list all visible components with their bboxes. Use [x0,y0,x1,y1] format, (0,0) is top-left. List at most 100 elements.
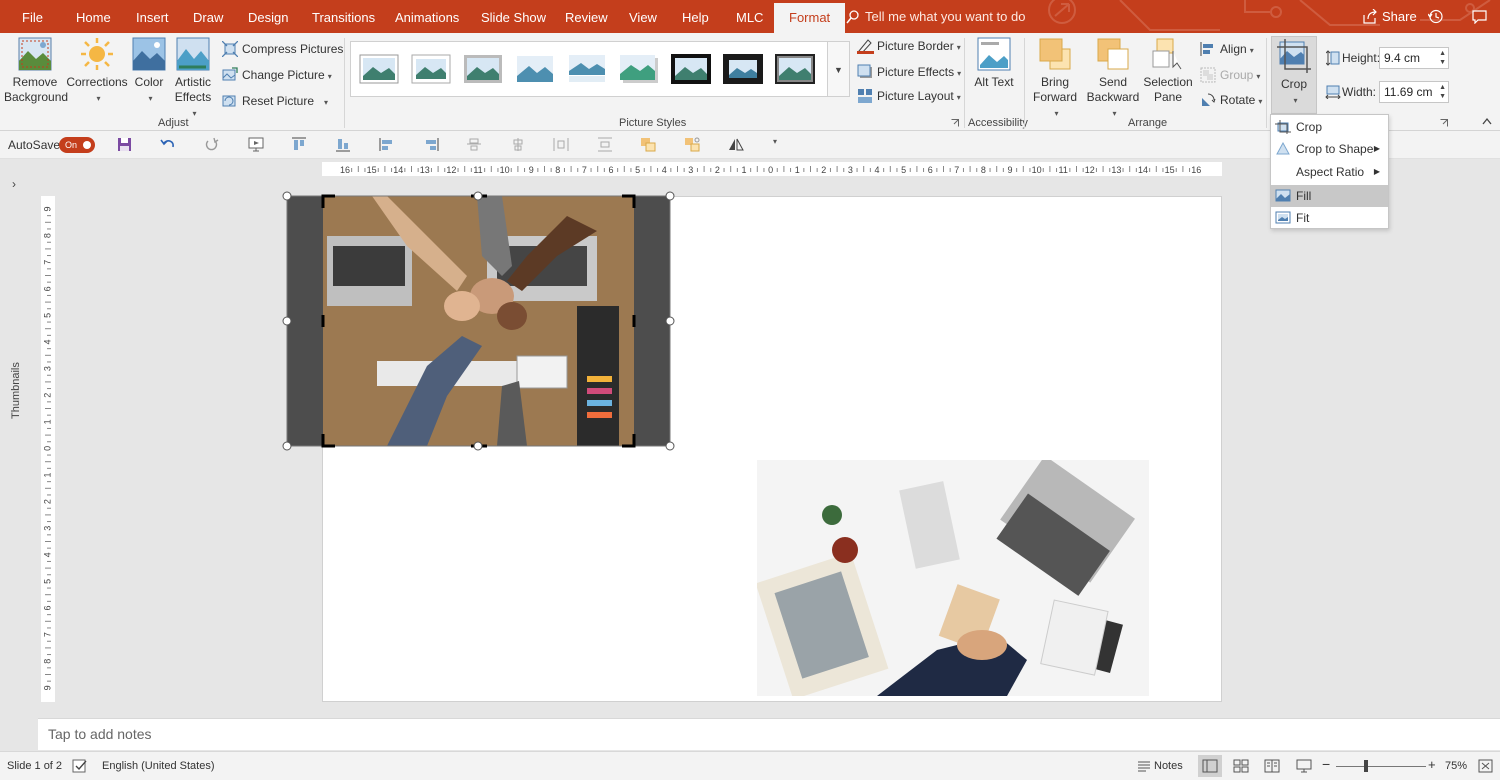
align-button[interactable]: Align ▾ [1200,39,1254,59]
picture-effects-button[interactable]: Picture Effects ▾ [857,62,961,82]
rotate-button[interactable]: Rotate ▾ [1200,90,1262,110]
redo-icon[interactable] [204,137,219,152]
distribute-vertically-icon[interactable] [597,137,613,152]
remove-background-button[interactable]: Remove Background [4,37,68,105]
fit-to-window-icon[interactable] [1478,759,1493,773]
save-icon[interactable] [117,137,132,152]
gallery-more-button[interactable]: ▼ [828,41,850,97]
tab-home[interactable]: Home [76,0,111,33]
picture-style-white-border-icon[interactable] [411,54,451,84]
group-objects-icon[interactable] [640,137,656,152]
notes-pane[interactable]: Tap to add notes [38,718,1500,750]
artistic-effects-button[interactable]: Artistic Effects ▾ [170,37,216,121]
reset-picture-button[interactable]: Reset Picture ▾ [222,91,328,111]
height-spinner-icon[interactable]: ▲ ▼ [1439,49,1446,67]
group-button[interactable]: Group ▾ [1200,65,1260,85]
ungroup-objects-icon[interactable] [684,137,700,152]
dialog-launcher-icon[interactable] [951,119,959,127]
language-indicator[interactable]: English (United States) [102,760,215,772]
undo-icon[interactable] [160,137,175,152]
align-right-icon[interactable] [423,137,439,152]
dialog-launcher-icon[interactable] [1440,119,1448,127]
slide-show-icon[interactable] [1296,759,1312,773]
flip-icon[interactable] [728,137,744,152]
artistic-effects-label: Artistic Effects [174,75,212,104]
width-spinner-icon[interactable]: ▲ ▼ [1439,83,1446,101]
align-bottom-icon[interactable] [335,137,351,152]
history-icon[interactable] [1428,9,1443,24]
height-input[interactable]: 9.4 cm ▲ ▼ [1379,47,1449,69]
alt-text-button[interactable]: Alt Text [970,37,1018,90]
autosave-toggle[interactable]: On [59,137,95,153]
align-top-icon[interactable] [291,137,307,152]
cropped-picture-selection[interactable] [282,191,675,451]
zoom-in-icon[interactable]: + [1428,757,1436,772]
thumbnails-label[interactable]: Thumbnails [10,319,22,419]
slide-sorter-icon[interactable] [1233,759,1249,773]
ruler-tick-label: 5 [901,165,906,175]
slide-canvas[interactable] [282,191,1222,702]
zoom-level[interactable]: 75% [1445,760,1467,772]
collapse-ribbon-icon[interactable] [1482,117,1492,125]
tab-design[interactable]: Design [248,0,288,33]
notes-toggle[interactable]: Notes [1154,760,1183,772]
tell-me-search[interactable]: Tell me what you want to do [846,9,1025,24]
zoom-slider-track[interactable] [1336,766,1426,767]
ruler-tick-label: 14 [1138,165,1148,175]
bring-forward-button[interactable]: Bring Forward ▾ [1028,37,1082,121]
reading-view-icon[interactable] [1264,759,1280,773]
picture-style-shadow-icon[interactable] [619,54,659,84]
compress-pictures-button[interactable]: Compress Pictures [222,39,343,59]
zoom-out-icon[interactable]: − [1322,756,1330,772]
change-picture-button[interactable]: Change Picture ▾ [222,65,332,85]
picture-style-simple-frame-icon[interactable] [359,54,399,84]
tab-slide-show[interactable]: Slide Show [481,0,546,33]
width-input[interactable]: 11.69 cm ▲ ▼ [1379,81,1449,103]
ruler-tick-label: 3 [848,165,853,175]
tab-view[interactable]: View [629,0,657,33]
spelling-check-icon[interactable] [72,759,88,773]
tab-format[interactable]: Format [774,3,846,33]
selection-pane-button[interactable]: Selection Pane [1142,37,1194,105]
picture-style-gray-border-icon[interactable] [463,54,503,84]
tab-draw[interactable]: Draw [193,0,223,33]
comments-icon[interactable] [1472,10,1487,24]
business-desk-picture[interactable] [757,460,1149,696]
tab-insert[interactable]: Insert [136,0,169,33]
menu-item-fit[interactable]: Fit [1271,207,1388,229]
tab-help[interactable]: Help [682,0,709,33]
corrections-button[interactable]: Corrections ▾ [66,37,128,106]
send-backward-button[interactable]: Send Backward ▾ [1084,37,1142,121]
menu-item-crop[interactable]: Crop [1271,116,1388,138]
tab-mlc[interactable]: MLC [736,0,763,33]
align-middle-icon[interactable] [466,137,482,152]
picture-style-thick-black-icon[interactable] [723,54,763,84]
menu-item-crop-to-shape[interactable]: Crop to Shape ▶ [1271,138,1388,160]
picture-border-button[interactable]: Picture Border ▾ [857,36,961,56]
tab-review[interactable]: Review [565,0,608,33]
height-label: Height: [1342,51,1381,65]
crop-button[interactable]: Crop ▾ [1271,36,1317,114]
picture-style-metal-frame-icon[interactable] [775,54,815,84]
align-center-icon[interactable] [510,137,526,152]
share-button[interactable]: Share [1362,9,1417,24]
distribute-horizontally-icon[interactable] [553,137,569,152]
picture-style-reflected-icon[interactable] [567,54,607,84]
customize-qat-icon[interactable]: ▾ [773,137,777,146]
align-left-icon[interactable] [379,137,395,152]
tab-transitions[interactable]: Transitions [312,0,375,33]
picture-layout-button[interactable]: Picture Layout ▾ [857,86,961,106]
menu-item-aspect-ratio[interactable]: Aspect Ratio ▶ [1271,161,1388,183]
tab-file[interactable]: File [22,0,43,33]
ruler-tick-label: 1 [42,472,52,477]
ruler-tick-label: 4 [874,165,879,175]
menu-item-fill[interactable]: Fill [1271,185,1388,207]
zoom-slider-thumb[interactable] [1364,760,1368,772]
picture-style-black-frame-icon[interactable] [671,54,711,84]
start-from-beginning-icon[interactable] [248,137,264,152]
tab-animations[interactable]: Animations [395,0,459,33]
color-button[interactable]: Color ▾ [128,37,170,106]
picture-style-soft-edge-icon[interactable] [515,54,555,84]
normal-view-button[interactable] [1198,755,1222,777]
expand-thumbnails-icon[interactable]: › [12,177,16,191]
